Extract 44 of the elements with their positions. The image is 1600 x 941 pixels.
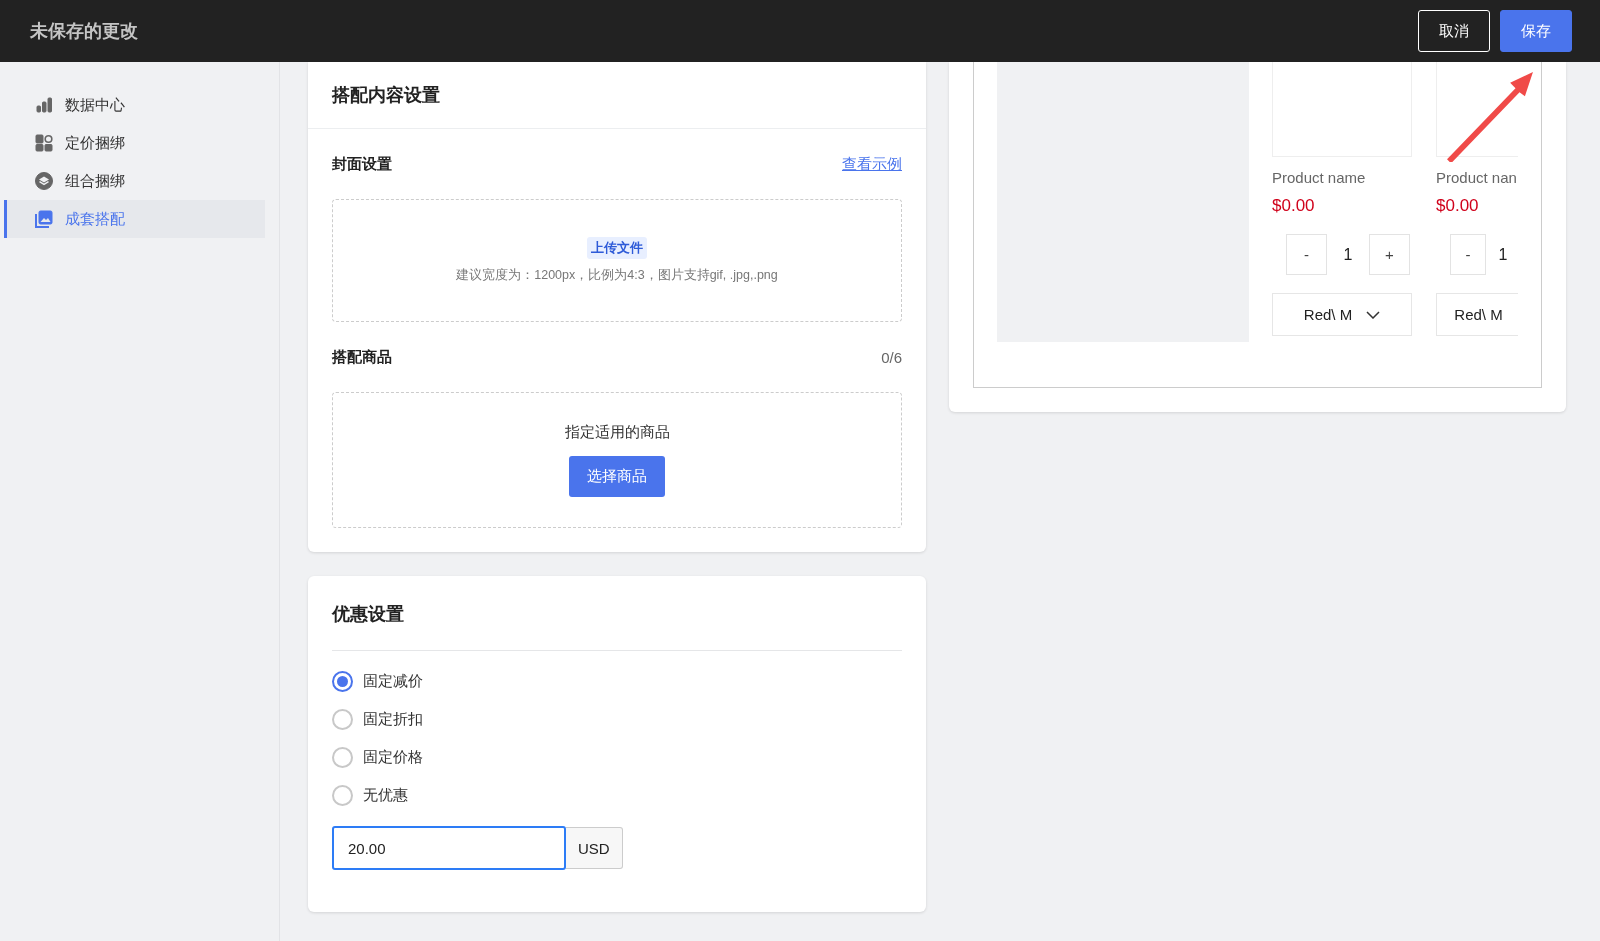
caret-icon <box>1366 310 1381 319</box>
upload-hint: 建议宽度为：1200px，比例为4:3，图片支持gif, .jpg,.png <box>456 267 778 284</box>
product-price: $0.00 <box>1272 196 1316 216</box>
sidebar-item[interactable]: 数据中心 <box>4 86 265 124</box>
increment-button[interactable]: + <box>1369 234 1410 275</box>
select-products-button[interactable]: 选择商品 <box>569 456 665 497</box>
radio-label: 固定折扣 <box>363 710 423 729</box>
view-example-link[interactable]: 查看示例 <box>842 154 902 174</box>
cancel-button[interactable]: 取消 <box>1418 10 1490 52</box>
product-name: Product nan <box>1436 169 1518 186</box>
currency-addon: USD <box>566 827 623 869</box>
quantity: 1 <box>1342 245 1354 264</box>
radio-button[interactable] <box>332 671 353 692</box>
radio-label: 固定减价 <box>363 672 423 691</box>
product-count: 0/6 <box>881 348 902 366</box>
save-button[interactable]: 保存 <box>1500 10 1572 52</box>
sidebar-item[interactable]: 成套搭配 <box>4 200 265 238</box>
upload-area[interactable]: 上传文件 建议宽度为：1200px，比例为4:3，图片支持gif, .jpg,.png <box>332 199 902 322</box>
sidebar-item[interactable]: 定价捆绑 <box>4 124 265 162</box>
radio-button[interactable] <box>332 785 353 806</box>
grid-icon <box>35 134 53 152</box>
product-price: $0.00 <box>1436 196 1480 216</box>
decrement-button[interactable]: - <box>1286 234 1327 275</box>
upload-button[interactable]: 上传文件 <box>587 237 647 259</box>
bar-chart-icon <box>35 96 53 114</box>
radio-label: 固定价格 <box>363 748 423 767</box>
card-title: 搭配内容设置 <box>332 84 440 107</box>
layers-icon <box>35 172 53 190</box>
image-icon <box>35 210 53 228</box>
decrement-button[interactable]: - <box>1450 234 1486 275</box>
quantity: 1 <box>1497 245 1509 264</box>
card-title: 优惠设置 <box>332 602 902 651</box>
variant-dropdown[interactable]: Red\ M <box>1436 293 1518 336</box>
amount-input[interactable]: 20.00 <box>332 826 566 870</box>
page-title: 未保存的更改 <box>30 20 138 43</box>
sidebar-item[interactable]: 组合捆绑 <box>4 162 265 200</box>
empty-text: 指定适用的商品 <box>564 423 670 442</box>
product-name: Product name <box>1272 169 1367 186</box>
section-label: 封面设置 <box>332 154 392 174</box>
section-label: 搭配商品 <box>332 347 392 367</box>
radio-label: 无优惠 <box>363 786 408 805</box>
variant-dropdown[interactable]: Red\ M <box>1272 293 1412 336</box>
radio-button[interactable] <box>332 709 353 730</box>
radio-button[interactable] <box>332 747 353 768</box>
